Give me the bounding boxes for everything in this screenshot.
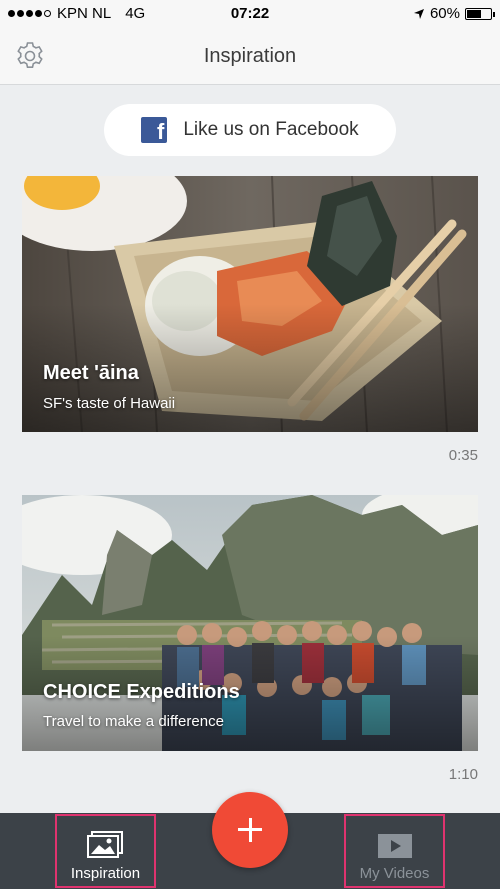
page-title: Inspiration [203,45,297,67]
card-title: CHOICE Expeditions [43,681,240,703]
nav-bar: Inspiration [0,28,500,85]
battery-percent: 60% [429,5,460,22]
card-subtitle: SF's taste of Hawaii [43,395,176,412]
video-duration: 1:10 [448,766,478,783]
facebook-label: Like us on Facebook [183,119,359,140]
tab-inspiration-label: Inspiration [70,865,141,882]
card-title: Meet 'āina [43,362,139,384]
tab-inspiration[interactable]: Inspiration [55,814,156,888]
photo-icon [86,831,123,858]
tab-my-videos-label: My Videos [359,865,430,882]
play-icon [377,834,412,858]
add-video-button[interactable] [212,792,288,868]
video-card-choice-expeditions[interactable]: CHOICE Expeditions Travel to make a diff… [22,495,478,751]
card-image-food [22,176,478,432]
card-subtitle: Travel to make a difference [43,713,224,730]
battery-icon [465,7,495,20]
location-arrow-icon [413,8,424,19]
video-card-aina[interactable]: Meet 'āina SF's taste of Hawaii [22,176,478,432]
facebook-like-button[interactable]: f Like us on Facebook [104,104,396,156]
status-bar: KPN NL 4G 07:22 60% [0,0,500,28]
status-right: 60% [413,5,495,22]
video-duration: 0:35 [448,447,478,464]
tab-my-videos[interactable]: My Videos [344,814,445,888]
facebook-icon: f [141,117,168,143]
